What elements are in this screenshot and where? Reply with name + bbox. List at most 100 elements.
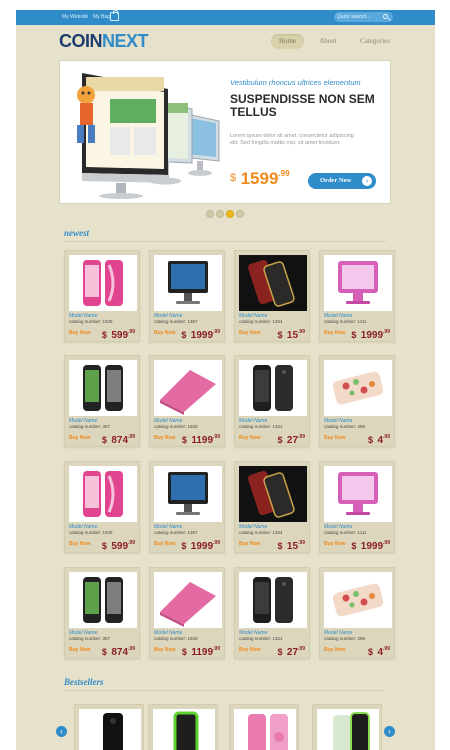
product-image[interactable] (154, 360, 222, 416)
product-image[interactable] (154, 255, 222, 311)
product-image[interactable] (69, 466, 137, 522)
product-image[interactable] (324, 466, 392, 522)
chevron-left-icon[interactable]: ‹ (56, 726, 67, 737)
slider-dot-2[interactable] (216, 210, 224, 218)
price-currency: $ (277, 541, 283, 551)
product-card[interactable]: Model Name catalog number: 1264 Buy Now $ 1… (234, 250, 310, 342)
price-amount: 874 (111, 435, 129, 446)
product-card[interactable]: Model Name catalog number: 1321 Buy Now $ 2… (234, 355, 310, 447)
product-image[interactable] (239, 466, 307, 522)
product-image[interactable] (69, 255, 137, 311)
price-amount: 874 (111, 647, 129, 658)
bestseller-card[interactable] (148, 704, 218, 750)
product-image[interactable] (234, 709, 296, 750)
catalog-number: catalog number: 1111 (324, 530, 367, 535)
hero-monitors-illustration (64, 65, 222, 200)
buy-now-link[interactable]: Buy Now (239, 330, 260, 336)
buy-now-link[interactable]: Buy Now (154, 435, 175, 441)
nav-about[interactable]: About (311, 34, 345, 49)
price-currency: $ (351, 330, 357, 340)
my-bag-link[interactable]: My Bag (93, 14, 110, 20)
product-card[interactable]: Model Name catalog number: 1357 Buy Now $ 1… (149, 461, 225, 553)
nav-categories[interactable]: Categories (353, 34, 397, 49)
buy-now-link[interactable]: Buy Now (324, 330, 345, 336)
slider-dot-4[interactable] (236, 210, 244, 218)
chevron-right-icon[interactable]: › (384, 726, 395, 737)
price-cents: .99 (298, 329, 305, 335)
section-title-bestsellers: Bestsellers (64, 677, 104, 687)
slider-dot-3[interactable] (226, 210, 234, 218)
buy-now-link[interactable]: Buy Now (154, 330, 175, 336)
product-card[interactable]: Model Name catalog number: 1926 Buy Now $ 1… (149, 355, 225, 447)
product-card[interactable]: Model Name catalog number: 1111 Buy Now $ 1… (319, 250, 395, 342)
buy-now-link[interactable]: Buy Now (324, 435, 345, 441)
price-currency: $ (181, 435, 187, 445)
product-image[interactable] (324, 360, 392, 416)
product-card[interactable]: Model Name catalog number: 357 Buy Now $ 87… (64, 355, 140, 447)
product-image[interactable] (317, 709, 379, 750)
price-amount: 1999 (190, 541, 214, 552)
product-card[interactable]: Model Name catalog number: 357 Buy Now $ 87… (64, 567, 140, 659)
product-image[interactable] (239, 572, 307, 628)
product-card[interactable]: Model Name catalog number: 1925 Buy Now $ 5… (64, 250, 140, 342)
product-card[interactable]: Model Name catalog number: 1926 Buy Now $ 1… (149, 567, 225, 659)
search-input[interactable] (337, 12, 381, 22)
product-image[interactable] (69, 360, 137, 416)
price-currency: $ (101, 541, 107, 551)
price-amount: 15 (286, 330, 299, 341)
buy-now-link[interactable]: Buy Now (324, 647, 345, 653)
product-image[interactable] (79, 709, 141, 750)
search-icon[interactable] (383, 14, 388, 19)
buy-now-link[interactable]: Buy Now (69, 647, 90, 653)
product-image[interactable] (153, 709, 215, 750)
logo[interactable]: COINNEXT (59, 31, 149, 52)
order-now-button[interactable]: Order Now › (308, 173, 376, 189)
product-card[interactable]: Model Name catalog number: 299 Buy Now $ 4.… (319, 567, 395, 659)
price-amount: 27 (286, 435, 299, 446)
price-cents: .99 (128, 646, 135, 652)
buy-now-link[interactable]: Buy Now (154, 647, 175, 653)
product-card[interactable]: Model Name catalog number: 1357 Buy Now $ 1… (149, 250, 225, 342)
hero-price-amount: 1599 (240, 169, 279, 188)
product-card[interactable]: Model Name catalog number: 1925 Buy Now $ 5… (64, 461, 140, 553)
buy-now-link[interactable]: Buy Now (324, 541, 345, 547)
my-website-link[interactable]: My Website (62, 14, 88, 20)
product-image[interactable] (154, 572, 222, 628)
product-image[interactable] (69, 572, 137, 628)
price-cents: .99 (213, 646, 220, 652)
product-image[interactable] (239, 255, 307, 311)
price-currency: $ (101, 435, 107, 445)
bag-icon[interactable] (110, 10, 119, 21)
buy-now-link[interactable]: Buy Now (69, 435, 90, 441)
buy-now-link[interactable]: Buy Now (69, 541, 90, 547)
catalog-number: catalog number: 1357 (154, 319, 198, 324)
product-image[interactable] (324, 255, 392, 311)
price-currency: $ (181, 647, 187, 657)
chevron-right-icon: › (362, 176, 372, 186)
price-currency: $ (368, 647, 374, 657)
price-cents: .99 (128, 540, 135, 546)
product-card[interactable]: Model Name catalog number: 299 Buy Now $ 4.… (319, 355, 395, 447)
slider-dot-1[interactable] (206, 210, 214, 218)
price-currency: $ (277, 647, 283, 657)
buy-now-link[interactable]: Buy Now (239, 647, 260, 653)
product-card[interactable]: Model Name catalog number: 1321 Buy Now $ 2… (234, 567, 310, 659)
product-image[interactable] (239, 360, 307, 416)
price-cents: .99 (298, 540, 305, 546)
product-image[interactable] (154, 466, 222, 522)
buy-now-link[interactable]: Buy Now (239, 541, 260, 547)
product-card[interactable]: Model Name catalog number: 1111 Buy Now $ 1… (319, 461, 395, 553)
product-image[interactable] (324, 572, 392, 628)
buy-now-link[interactable]: Buy Now (239, 435, 260, 441)
buy-now-link[interactable]: Buy Now (154, 541, 175, 547)
buy-now-link[interactable]: Buy Now (69, 330, 90, 336)
catalog-number: catalog number: 1264 (239, 530, 283, 535)
catalog-number: catalog number: 1111 (324, 319, 367, 324)
product-card[interactable]: Model Name catalog number: 1264 Buy Now $ 1… (234, 461, 310, 553)
bestseller-card[interactable] (74, 704, 144, 750)
price-currency: $ (277, 435, 283, 445)
price-amount: 1199 (191, 647, 214, 658)
bestseller-card[interactable] (229, 704, 299, 750)
bestseller-card[interactable] (312, 704, 382, 750)
nav-home[interactable]: Home (271, 34, 304, 49)
